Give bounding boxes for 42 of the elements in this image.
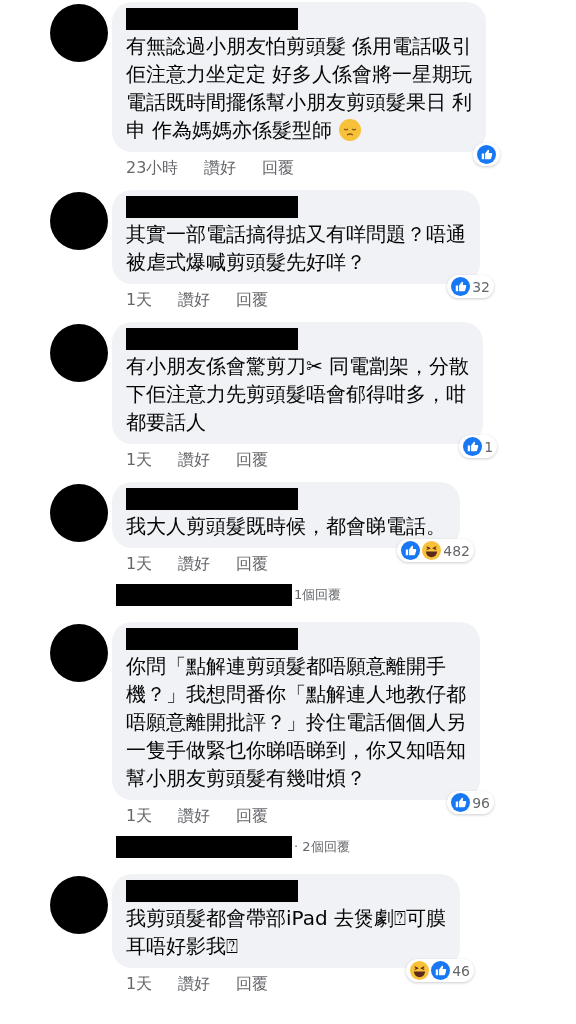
comment-time: 1天 [126,290,153,311]
comment-text-line: 其實一部電話搞得掂又有咩問題？唔通 [126,221,466,248]
reply-link[interactable]: 回覆 [236,806,269,827]
comment-text-line: 唔願意離開批評？」拎住電話個個人另 [126,709,466,736]
view-replies-link[interactable]: · 2個回覆 [294,838,350,856]
like-link[interactable]: 讚好 [204,158,237,179]
comment-text-line: 都要話人 [126,409,206,436]
like-link[interactable]: 讚好 [178,974,211,995]
reply-link[interactable]: 回覆 [262,158,295,179]
reaction-count[interactable]: 482 [397,539,474,562]
comment-text-line: 幫小朋友剪頭髮有幾咁煩？ [126,765,366,792]
like-link[interactable]: 讚好 [178,554,211,575]
reaction-count[interactable]: 1 [459,435,498,458]
comment-time: 23小時 [126,158,179,179]
comment-time: 1天 [126,974,153,995]
comment-text-line: 機？」我想問番你「點解連人地教仔都 [126,681,466,708]
comment-text-line: 佢注意力坐定定 好多人係會將一星期玩 [126,61,473,88]
like-link[interactable]: 讚好 [178,806,211,827]
comment-text-line: 我剪頭髮都會帶部iPad 去煲劇⍰可膜 [126,905,447,932]
comment-text-line: 我大人剪頭髮既時候，都會睇電話。 [126,513,446,540]
like-link[interactable]: 讚好 [178,450,211,471]
comment-text-line: 有無諗過小朋友怕剪頭髮 係用電話吸引 [126,33,473,60]
comment-text-line: 申 作為媽媽亦係髮型師 [126,117,333,144]
reaction-count[interactable]: 46 [406,959,475,982]
reaction-count[interactable]: 32 [447,275,494,298]
comment-text-line: 耳唔好影我⍰ [126,933,238,960]
reply-link[interactable]: 回覆 [236,554,269,575]
like-link[interactable]: 讚好 [178,290,211,311]
comment-text-line: 下佢注意力先剪頭髮唔會郁得咁多，咁 [126,381,466,408]
reply-link[interactable]: 回覆 [236,450,269,471]
comment-text-line: 一隻手做緊乜你睇唔睇到，你又知唔知 [126,737,466,764]
comment-text-line: 你問「點解連剪頭髮都唔願意離開手 [126,653,446,680]
comment-text-line: 被虐式爆喊剪頭髮先好咩？ [126,249,366,276]
comment-time: 1天 [126,554,153,575]
comment-text-line: 有小朋友係會驚剪刀✂ 同電劏架，分散 [126,353,470,380]
comment-time: 1天 [126,450,153,471]
view-replies-link[interactable]: 1個回覆 [294,586,342,604]
reply-link[interactable]: 回覆 [236,974,269,995]
reaction-count[interactable]: 96 [447,791,494,814]
comment-time: 1天 [126,806,153,827]
comment-text-line: 電話既時間擺係幫小朋友剪頭髮果日 利 [126,89,473,116]
reply-link[interactable]: 回覆 [236,290,269,311]
